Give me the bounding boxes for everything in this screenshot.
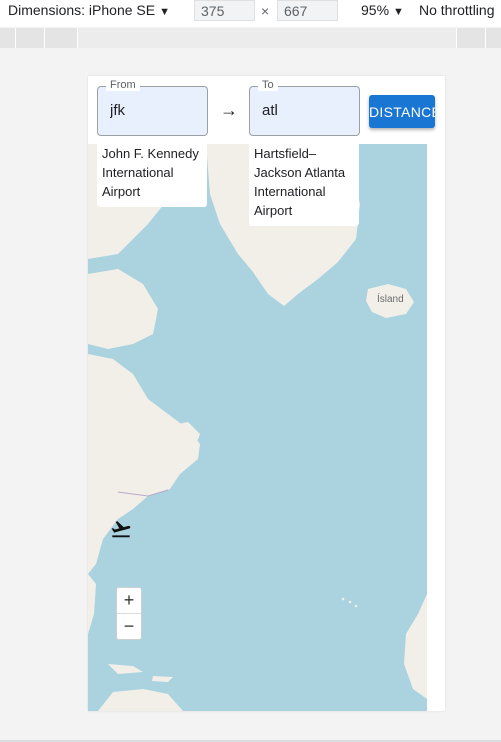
width-input[interactable]: 375: [194, 0, 255, 21]
ruler-tick: [77, 28, 78, 48]
height-input[interactable]: 667: [277, 0, 338, 21]
zoom-out-button[interactable]: −: [117, 613, 141, 639]
from-input[interactable]: [110, 102, 200, 119]
from-field[interactable]: From: [97, 79, 208, 136]
land-south-america: [98, 689, 183, 711]
times-icon: ×: [261, 3, 270, 19]
distance-button[interactable]: DISTANCE: [369, 95, 435, 128]
land-us-coast: [88, 574, 96, 634]
land-africa: [404, 594, 427, 699]
throttling-dropdown[interactable]: No throttling: [419, 2, 494, 18]
ruler-tick: [44, 28, 45, 48]
ruler-tick: [15, 28, 16, 48]
caret-down-icon: ▼: [159, 6, 170, 18]
zoom-in-button[interactable]: +: [117, 588, 141, 613]
land-cuba: [108, 664, 143, 674]
flight-takeoff-icon[interactable]: [110, 518, 132, 540]
to-legend: To: [258, 79, 278, 91]
ruler-bar: [78, 28, 456, 48]
ruler-tick: [456, 28, 457, 48]
to-airport-name: Hartsfield–Jackson Atlanta International…: [249, 144, 359, 226]
from-legend: From: [106, 79, 140, 91]
zoom-control: + −: [116, 587, 142, 640]
media-query-ruler: [0, 28, 501, 48]
arrow-right-icon: →: [220, 100, 238, 120]
zoom-dropdown[interactable]: 95% ▼: [361, 2, 404, 18]
label-iceland: Ísland: [377, 294, 404, 305]
from-airport-name: John F. Kennedy International Airport: [97, 144, 207, 207]
device-label: Dimensions: iPhone SE: [8, 2, 156, 18]
caret-down-icon: ▼: [393, 6, 404, 18]
to-input[interactable]: [262, 102, 352, 119]
land-baffin: [88, 269, 158, 349]
device-viewport: From → To DISTANCE: [88, 76, 445, 711]
zoom-value: 95%: [361, 2, 390, 18]
devtools-toolbar: Dimensions: iPhone SE ▼ 375 × 667 95% ▼ No…: [0, 0, 501, 27]
scrollbar[interactable]: [427, 144, 445, 711]
land-north-america: [88, 354, 200, 574]
land-hispaniola: [152, 676, 173, 682]
ruler-tick: [485, 28, 486, 48]
to-field[interactable]: To: [249, 79, 360, 136]
device-dimensions-dropdown[interactable]: Dimensions: iPhone SE ▼: [8, 2, 170, 18]
